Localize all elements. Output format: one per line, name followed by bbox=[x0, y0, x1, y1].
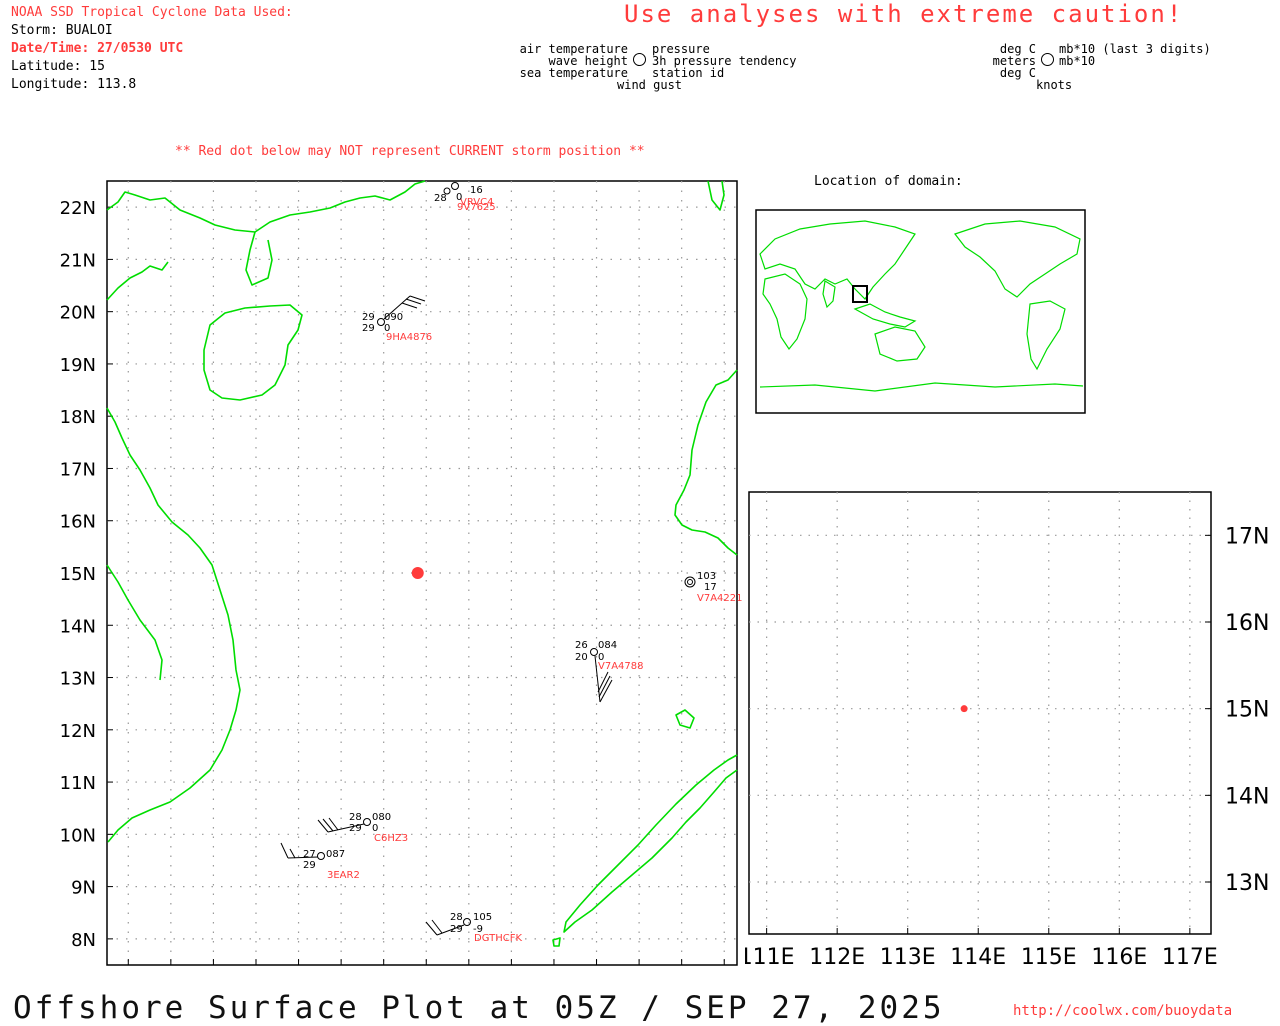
zoom-lat-tick-label: 15N bbox=[1225, 698, 1269, 723]
station-pressure: 103 bbox=[697, 571, 716, 582]
lat-tick-label: 9N bbox=[71, 878, 96, 899]
station-sea-temp: 28 bbox=[434, 193, 447, 204]
station-legend-left: air temperature wave height sea temperat… bbox=[520, 43, 628, 79]
plot-title: Offshore Surface Plot at 05Z / SEP 27, 2… bbox=[13, 990, 945, 1026]
lat-tick-label: 16N bbox=[60, 512, 96, 533]
lat-tick-label: 13N bbox=[60, 669, 96, 690]
station-sea-temp: 29 bbox=[303, 860, 316, 871]
station-pressure: 090 bbox=[384, 312, 403, 323]
station-id: 3EAR2 bbox=[327, 870, 360, 881]
caution-banner: Use analyses with extreme caution! bbox=[624, 0, 1184, 28]
station-pressure: 080 bbox=[372, 812, 391, 823]
units-sea-temperature: deg C bbox=[999, 66, 1036, 80]
lat-tick-label: 20N bbox=[60, 303, 96, 324]
units-circle-icon bbox=[1041, 53, 1054, 66]
location-map bbox=[755, 209, 1086, 414]
data-source-title: NOAA SSD Tropical Cyclone Data Used: bbox=[11, 5, 293, 20]
storm-datetime: Date/Time: 27/0530 UTC bbox=[11, 41, 184, 56]
lat-tick-label: 11N bbox=[60, 773, 96, 794]
station-sea-temp: 29 bbox=[450, 924, 463, 935]
zoom-map-frame bbox=[748, 491, 1212, 935]
station-tendency: 17 bbox=[704, 582, 717, 593]
station-pressure: 084 bbox=[598, 640, 617, 651]
zoom-lon-tick-label: 111E bbox=[745, 945, 795, 970]
station-id: V7A4221 bbox=[697, 593, 743, 604]
station-air-temp: 28 bbox=[349, 812, 362, 823]
legend-wind-gust: wind gust bbox=[617, 78, 683, 92]
zoom-lon-tick-label: 114E bbox=[950, 945, 1006, 970]
station-pressure: 105 bbox=[473, 912, 492, 923]
station-air-temp: 28 bbox=[450, 912, 463, 923]
zoom-lon-tick-label: 112E bbox=[809, 945, 865, 970]
station-id: 9V7625 bbox=[457, 202, 496, 213]
units-legend-right: mb*10 (last 3 digits) mb*10 bbox=[1059, 43, 1211, 67]
source-link[interactable]: http://coolwx.com/buoydata bbox=[1013, 1003, 1232, 1019]
storm-position-warning: ** Red dot below may NOT represent CURRE… bbox=[175, 144, 645, 159]
lat-tick-label: 15N bbox=[60, 564, 96, 585]
station-air-temp: 27 bbox=[303, 849, 316, 860]
lat-tick-label: 22N bbox=[60, 198, 96, 219]
zoom-lon-tick-label: 113E bbox=[880, 945, 936, 970]
location-map-title: Location of domain: bbox=[814, 174, 963, 189]
lat-tick-label: 21N bbox=[60, 250, 96, 271]
station-sea-temp: 20 bbox=[575, 652, 588, 663]
station-sea-temp: 29 bbox=[349, 823, 362, 834]
station-id: C6HZ3 bbox=[374, 833, 408, 844]
units-pressure-tendency: mb*10 bbox=[1059, 54, 1096, 68]
zoom-map: 17N 16N 15N 14N 13N 111E 112E 113E 114E 115E 116E 1… bbox=[745, 491, 1269, 970]
lat-tick-label: 8N bbox=[71, 930, 96, 951]
lat-tick-label: 10N bbox=[60, 825, 96, 846]
station-air-temp: 29 bbox=[362, 312, 375, 323]
station-id: V7A4788 bbox=[598, 661, 644, 672]
units-legend-left: deg C meters deg C bbox=[993, 43, 1036, 79]
storm-name: Storm: BUALOI bbox=[11, 23, 113, 38]
station-circle-icon bbox=[633, 53, 646, 66]
units-wind-gust: knots bbox=[1036, 78, 1073, 92]
lat-tick-label: 14N bbox=[60, 616, 96, 637]
storm-latitude: Latitude: 15 bbox=[11, 59, 105, 74]
zoom-lon-tick-label: 116E bbox=[1091, 945, 1147, 970]
station-pressure: 087 bbox=[326, 849, 345, 860]
station-sea-temp: 29 bbox=[362, 323, 375, 334]
station-id: DGTHCFK bbox=[474, 933, 522, 944]
zoom-lat-tick-label: 16N bbox=[1225, 611, 1269, 636]
zoom-lat-tick-label: 14N bbox=[1225, 784, 1269, 809]
zoom-lon-tick-label: 117E bbox=[1162, 945, 1218, 970]
zoom-lat-tick-label: 17N bbox=[1225, 524, 1269, 549]
main-map: 22N 21N 20N 19N 18N 17N 16N 15N 14N 13N 12N 11N 10N 9… bbox=[60, 180, 743, 966]
station-tendency: 16 bbox=[470, 185, 483, 196]
station-legend-right: pressure 3h pressure tendency station id bbox=[652, 43, 797, 79]
lat-tick-label: 17N bbox=[60, 459, 96, 480]
lat-tick-label: 18N bbox=[60, 407, 96, 428]
zoom-storm-marker bbox=[960, 705, 968, 713]
station-air-temp: 26 bbox=[575, 640, 588, 651]
station-id: 9HA4876 bbox=[386, 332, 432, 343]
storm-position-marker bbox=[411, 567, 424, 579]
legend-sea-temperature: sea temperature bbox=[519, 66, 628, 80]
zoom-lon-tick-label: 115E bbox=[1021, 945, 1077, 970]
zoom-lat-tick-label: 13N bbox=[1225, 871, 1269, 896]
lat-tick-label: 19N bbox=[60, 355, 96, 376]
lat-tick-label: 12N bbox=[60, 721, 96, 742]
storm-longitude: Longitude: 113.8 bbox=[11, 77, 137, 92]
